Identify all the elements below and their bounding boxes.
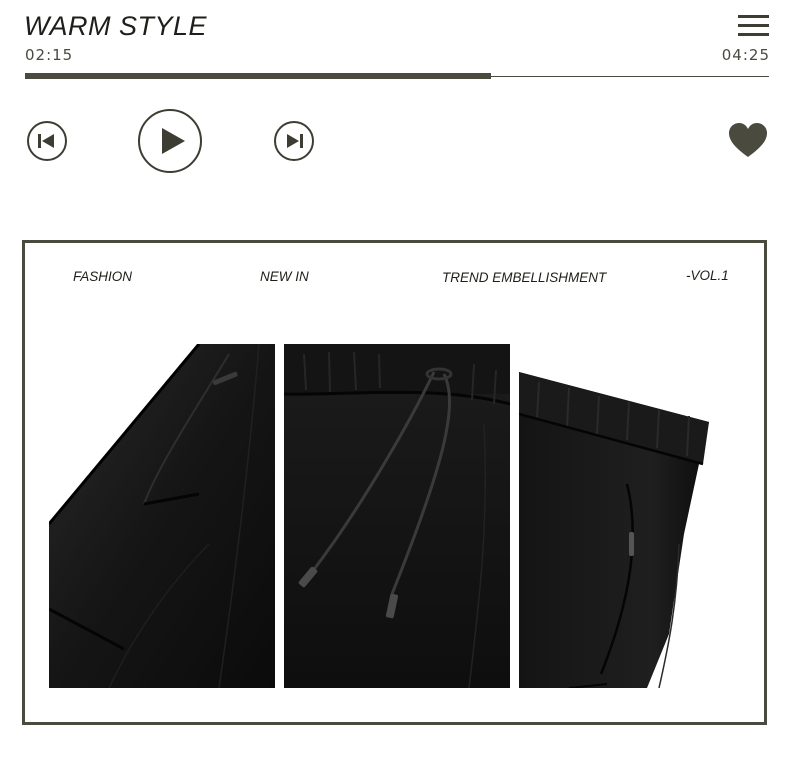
current-time: 02:15 [25, 46, 74, 64]
track-title: WARM STYLE [24, 11, 208, 41]
skip-previous-icon [27, 121, 67, 161]
progress-bar[interactable] [25, 73, 769, 79]
play-icon [138, 109, 202, 173]
heart-icon [729, 123, 767, 157]
next-button[interactable] [273, 120, 315, 162]
previous-button[interactable] [26, 120, 68, 162]
pants-side-pocket-photo [49, 344, 275, 688]
menu-button[interactable] [738, 15, 770, 37]
banner-tag-trend: TREND EMBELLISHMENT [442, 270, 607, 285]
banner-tag-new-in: NEW IN [260, 269, 309, 284]
hamburger-menu-line [738, 33, 769, 36]
play-button[interactable] [137, 108, 203, 174]
favorite-button[interactable] [728, 123, 768, 159]
hamburger-menu-line [738, 24, 769, 27]
total-time: 04:25 [721, 46, 770, 64]
pants-drawstring-waist-photo [284, 344, 510, 688]
banner-tag-volume: -VOL.1 [686, 268, 729, 283]
progress-fill [25, 73, 492, 79]
pants-elastic-waist-photo [519, 344, 719, 688]
hamburger-menu-icon [738, 15, 769, 18]
skip-next-icon [274, 121, 314, 161]
banner-tag-fashion: FASHION [73, 269, 133, 284]
